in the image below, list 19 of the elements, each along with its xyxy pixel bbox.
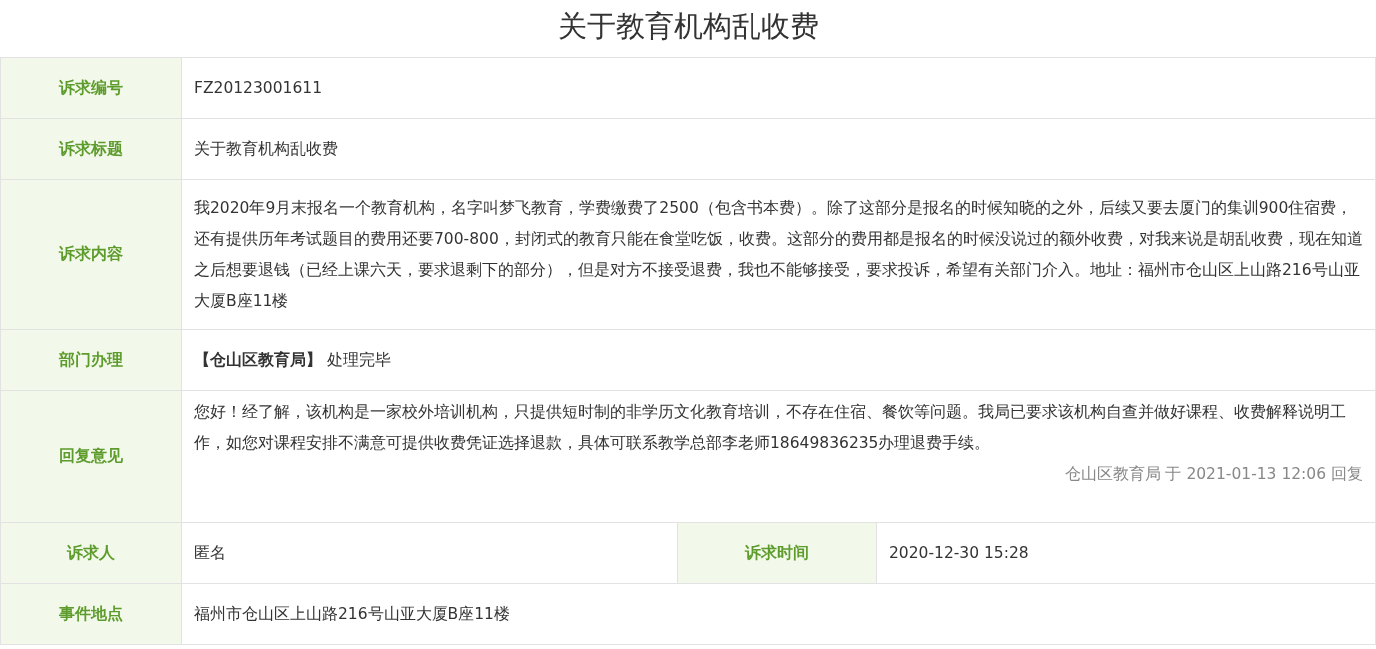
field-label: 诉求人: [0, 522, 182, 584]
field-value: 我2020年9月末报名一个教育机构，名字叫梦飞教育，学费缴费了2500（包含书本费）。除了这部分是报名的时候知晓的之外，后续又要去厦门的集训900住宿费，还有提供历年考试题目的费用还要700-800，封闭式的教育只能在食堂吃饭，收费。这部分的费用都是报名的时候没说过的额外收费，对我来说是胡乱收费，现在知道之后想要退钱（已经上课六天，要求退剩下的部分），但是对方不接受退费，我也不能够接受，要求投诉，希望有关部门介入。地址：福州市仓山区上山路216号山亚大厦B座11楼: [181, 179, 1376, 330]
field-label: 诉求时间: [677, 522, 877, 584]
reply-meta: 仓山区教育局 于 2021-01-13 12:06 回复: [1063, 464, 1363, 485]
field-label: 回复意见: [0, 390, 182, 523]
department-name: 【仓山区教育局】: [194, 350, 322, 369]
field-value: 2020-12-30 15:28: [876, 522, 1376, 584]
field-label: 部门办理: [0, 329, 182, 391]
field-value: 匿名: [181, 522, 678, 584]
field-label: 诉求标题: [0, 118, 182, 180]
status-text: 处理完毕: [325, 350, 391, 369]
field-label: 诉求编号: [0, 57, 182, 119]
field-value: 福州市仓山区上山路216号山亚大厦B座11楼: [181, 583, 1376, 645]
page-title: 关于教育机构乱收费: [556, 8, 820, 45]
field-label: 事件地点: [0, 583, 182, 645]
reply-text: 您好！经了解，该机构是一家校外培训机构，只提供短时制的非学历文化教育培训，不存在住宿、餐饮等问题。我局已要求该机构自查并做好课程、收费解释说明工作，如您对课程安排不满意可提供收费凭证选择退款，具体可联系教学总部李老师18649836235办理退费手续。: [194, 402, 1347, 454]
field-value: 关于教育机构乱收费: [181, 118, 1376, 180]
field-label: 诉求内容: [0, 179, 182, 330]
field-value: FZ20123001611: [181, 57, 1376, 119]
